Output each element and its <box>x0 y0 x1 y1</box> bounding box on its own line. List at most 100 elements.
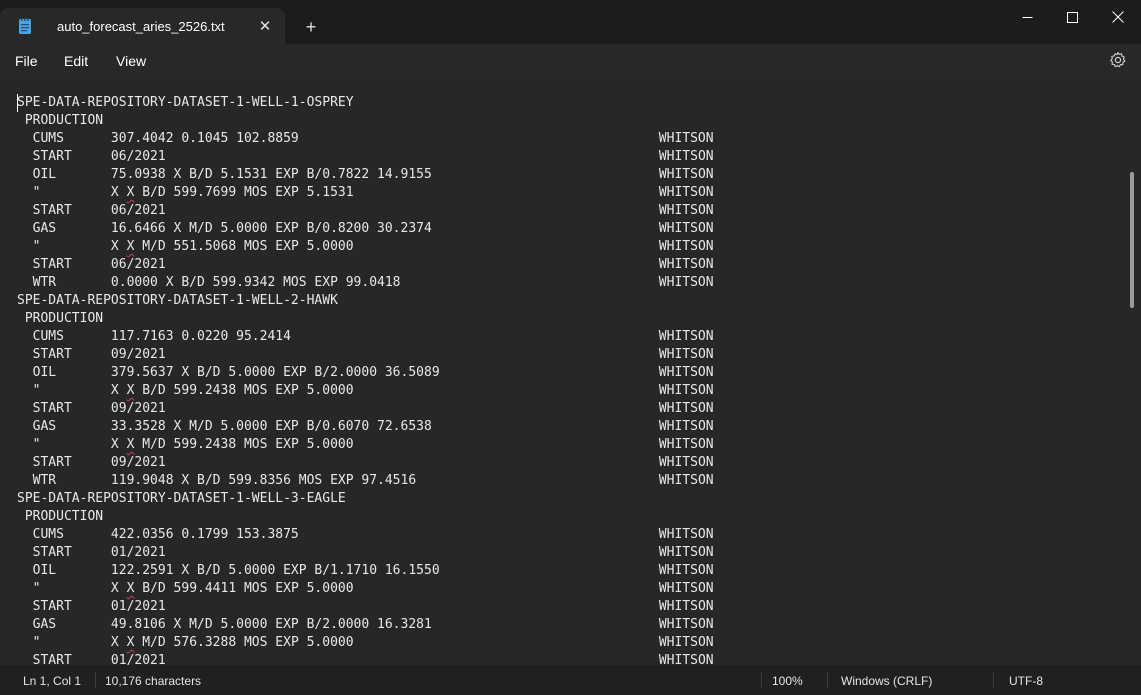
line-right-label: WHITSON <box>658 347 714 362</box>
line-text: CUMS 117.7163 0.0220 95.2414 <box>17 329 291 344</box>
text-line: START 06/2021 WHITSON <box>17 202 714 220</box>
close-window-icon <box>1112 11 1124 23</box>
line-text: OIL 379.5637 X B/D 5.0000 EXP B/2.0000 3… <box>17 365 440 380</box>
menu-file[interactable]: File <box>15 53 38 69</box>
text-line: SPE-DATA-REPOSITORY-DATASET-1-WELL-3-EAG… <box>17 490 714 508</box>
line-right-label: WHITSON <box>658 527 714 542</box>
new-tab-button[interactable]: + <box>300 16 322 38</box>
line-text: SPE-DATA-REPOSITORY-DATASET-1-WELL-1-OSP… <box>17 95 354 110</box>
text-line: GAS 33.3528 X M/D 5.0000 EXP B/0.6070 72… <box>17 418 714 436</box>
text-line: START 01/2021 WHITSON <box>17 652 714 665</box>
text-line: PRODUCTION <box>17 112 714 130</box>
spellcheck-squiggle[interactable]: X <box>127 581 135 596</box>
text-line: OIL 379.5637 X B/D 5.0000 EXP B/2.0000 3… <box>17 364 714 382</box>
minimize-icon <box>1022 16 1032 18</box>
tab-title: auto_forecast_aries_2526.txt <box>57 19 225 34</box>
spellcheck-squiggle[interactable]: X <box>127 185 135 200</box>
line-right-label: WHITSON <box>658 581 714 596</box>
title-bar: auto_forecast_aries_2526.txt ✕ + <box>0 0 1141 44</box>
line-right-label: WHITSON <box>658 383 714 398</box>
text-line: " X X M/D 576.3288 MOS EXP 5.0000 " X X … <box>17 635 714 650</box>
text-line: WTR 0.0000 X B/D 599.9342 MOS EXP 99.041… <box>17 274 714 292</box>
text-line: SPE-DATA-REPOSITORY-DATASET-1-WELL-2-HAW… <box>17 292 714 310</box>
status-divider <box>761 672 762 688</box>
line-text: START 09/2021 <box>17 455 166 470</box>
text-line: OIL 122.2591 X B/D 5.0000 EXP B/1.1710 1… <box>17 562 714 580</box>
text-editor[interactable]: SPE-DATA-REPOSITORY-DATASET-1-WELL-1-OSP… <box>0 78 1141 665</box>
line-text: WTR 0.0000 X B/D 599.9342 MOS EXP 99.041… <box>17 275 401 290</box>
status-divider <box>827 672 828 688</box>
text-line: " X X M/D 551.5068 MOS EXP 5.0000 " X X … <box>17 239 714 254</box>
text-line: START 06/2021 WHITSON <box>17 256 714 274</box>
status-divider <box>993 672 994 688</box>
line-right-label: WHITSON <box>658 185 714 200</box>
text-line: CUMS 307.4042 0.1045 102.8859 WHITSON <box>17 130 714 148</box>
spellcheck-squiggle[interactable]: X <box>127 383 135 398</box>
line-right-label: WHITSON <box>658 653 714 665</box>
line-right-label: WHITSON <box>658 257 714 272</box>
line-text: START 01/2021 <box>17 599 166 614</box>
spellcheck-squiggle[interactable]: X <box>127 437 135 452</box>
text-line: SPE-DATA-REPOSITORY-DATASET-1-WELL-1-OSP… <box>17 94 714 112</box>
text-line: PRODUCTION <box>17 310 714 328</box>
text-line: " X X B/D 599.2438 MOS EXP 5.0000 " X X … <box>17 383 714 398</box>
text-line: " X X B/D 599.4411 MOS EXP 5.0000 " X X … <box>17 581 714 596</box>
zoom-level[interactable]: 100% <box>772 674 803 688</box>
menu-view[interactable]: View <box>116 53 146 69</box>
text-line: START 09/2021 WHITSON <box>17 454 714 472</box>
text-line: START 09/2021 WHITSON <box>17 400 714 418</box>
maximize-icon <box>1066 11 1078 23</box>
line-right-label: WHITSON <box>658 545 714 560</box>
line-right-label: WHITSON <box>658 239 714 254</box>
menu-edit[interactable]: Edit <box>64 53 88 69</box>
line-right-label: WHITSON <box>658 275 714 290</box>
line-right-label: WHITSON <box>658 563 714 578</box>
line-ending[interactable]: Windows (CRLF) <box>841 674 932 688</box>
line-text: OIL 122.2591 X B/D 5.0000 EXP B/1.1710 1… <box>17 563 440 578</box>
text-line: START 09/2021 WHITSON <box>17 346 714 364</box>
text-line: START 01/2021 WHITSON <box>17 598 714 616</box>
vertical-scrollbar[interactable] <box>1130 172 1134 308</box>
minimize-button[interactable] <box>1004 0 1050 34</box>
line-text: GAS 49.8106 X M/D 5.0000 EXP B/2.0000 16… <box>17 617 432 632</box>
line-text: PRODUCTION <box>17 509 104 524</box>
line-text: START 06/2021 <box>17 149 166 164</box>
line-right-label: WHITSON <box>658 131 714 146</box>
line-right-label: WHITSON <box>658 617 714 632</box>
text-line: CUMS 117.7163 0.0220 95.2414 WHITSON <box>17 328 714 346</box>
settings-gear-icon[interactable] <box>1109 51 1127 69</box>
line-right-label: WHITSON <box>658 149 714 164</box>
line-text: CUMS 307.4042 0.1045 102.8859 <box>17 131 299 146</box>
line-text: START 01/2021 <box>17 653 166 665</box>
text-line: WTR 119.9048 X B/D 599.8356 MOS EXP 97.4… <box>17 472 714 490</box>
text-line: " X X B/D 599.7699 MOS EXP 5.1531 " X X … <box>17 185 714 200</box>
line-right-label: WHITSON <box>658 635 714 650</box>
tab-active[interactable]: auto_forecast_aries_2526.txt ✕ <box>0 8 285 44</box>
line-text: OIL 75.0938 X B/D 5.1531 EXP B/0.7822 14… <box>17 167 432 182</box>
maximize-button[interactable] <box>1049 0 1095 34</box>
line-text: START 09/2021 <box>17 401 166 416</box>
line-right-label: WHITSON <box>658 221 714 236</box>
close-tab-icon[interactable]: ✕ <box>255 16 275 36</box>
text-line: " X X M/D 599.2438 MOS EXP 5.0000 " X X … <box>17 437 714 452</box>
encoding[interactable]: UTF-8 <box>1009 674 1043 688</box>
line-right-label: WHITSON <box>658 473 714 488</box>
line-right-label: WHITSON <box>658 203 714 218</box>
cursor-position[interactable]: Ln 1, Col 1 <box>23 674 81 688</box>
menu-bar: File Edit View <box>0 44 1141 78</box>
line-right-label: WHITSON <box>658 167 714 182</box>
text-line: OIL 75.0938 X B/D 5.1531 EXP B/0.7822 14… <box>17 166 714 184</box>
editor-text[interactable]: SPE-DATA-REPOSITORY-DATASET-1-WELL-1-OSP… <box>17 94 714 665</box>
notepad-icon <box>19 18 31 34</box>
line-text: START 01/2021 <box>17 545 166 560</box>
line-right-label: WHITSON <box>658 401 714 416</box>
spellcheck-squiggle[interactable]: X <box>127 239 135 254</box>
close-window-button[interactable] <box>1095 0 1141 34</box>
line-text: GAS 16.6466 X M/D 5.0000 EXP B/0.8200 30… <box>17 221 432 236</box>
text-line: PRODUCTION <box>17 508 714 526</box>
text-caret <box>17 94 18 112</box>
line-right-label: WHITSON <box>658 329 714 344</box>
spellcheck-squiggle[interactable]: X <box>127 635 135 650</box>
line-text: SPE-DATA-REPOSITORY-DATASET-1-WELL-2-HAW… <box>17 293 338 308</box>
line-right-label: WHITSON <box>658 419 714 434</box>
